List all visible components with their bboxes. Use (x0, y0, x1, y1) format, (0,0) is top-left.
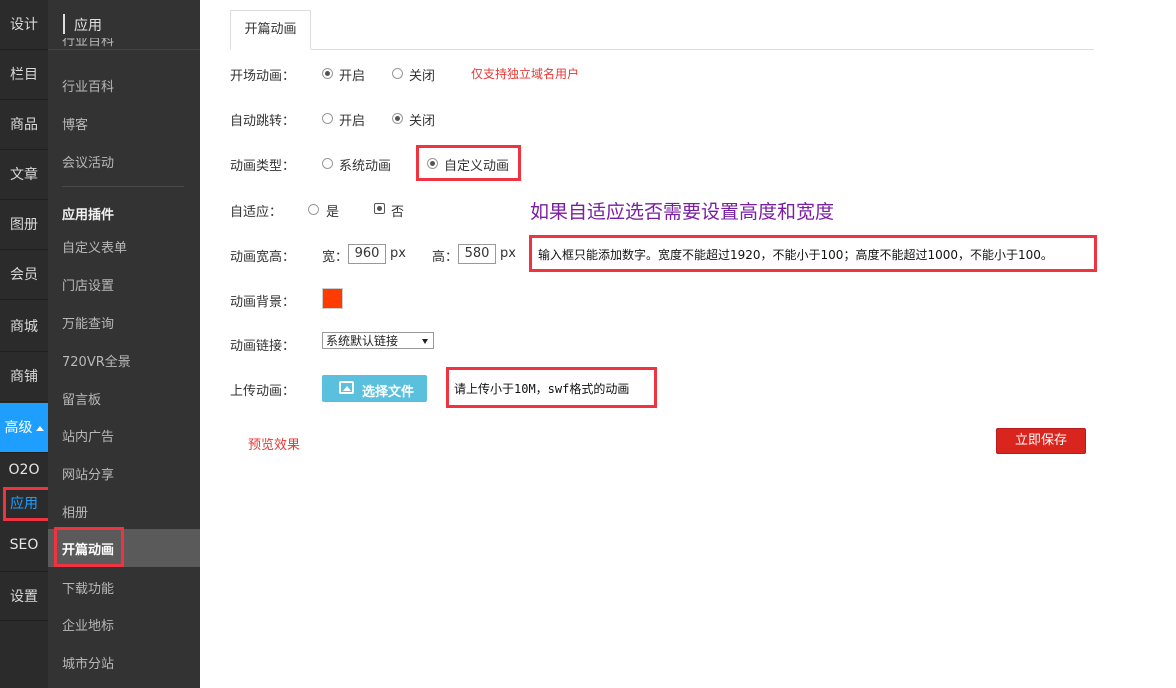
adaptive-no-radio[interactable] (374, 203, 385, 214)
tab-opening-animation[interactable]: 开篇动画 (230, 10, 311, 50)
app-sidebar: 应用 行业百科 行业百科 博客 会议活动 应用插件 自定义表单 门店设置 万能查… (48, 0, 200, 688)
sidebar-item-industry-wiki[interactable]: 行业百科 (62, 76, 114, 95)
rail-item-gallery[interactable]: 图册 (0, 200, 48, 250)
highlight-box-opening-animation (54, 527, 124, 567)
size-label: 动画宽高： (230, 250, 296, 265)
rail-item-design[interactable]: 设计 (0, 0, 48, 50)
sidebar-item-album[interactable]: 相册 (62, 502, 88, 521)
rail-item-shop[interactable]: 商铺 (0, 352, 48, 402)
rail-item-columns[interactable]: 栏目 (0, 50, 48, 100)
type-system-radio[interactable] (322, 158, 333, 169)
size-note: 输入框只能添加数字。宽度不能超过1920，不能小于100；高度不能超过1000，… (538, 248, 1053, 262)
autojump-label: 自动跳转： (230, 114, 296, 129)
save-button[interactable]: 立即保存 (996, 428, 1086, 454)
opening-off-radio[interactable] (392, 68, 403, 79)
rail-item-products[interactable]: 商品 (0, 100, 48, 150)
sidebar-group-title: 应用插件 (62, 208, 115, 223)
sidebar-item-partial[interactable]: 行业百科 (62, 38, 114, 50)
main-content: 开篇动画 开场动画： 开启 关闭 仅支持独立域名用户 自动跳转： 开启 关闭 动… (200, 0, 1176, 688)
adaptive-annotation: 如果自适应选否需要设置高度和宽度 (530, 201, 835, 223)
sidebar-title-bar (63, 14, 65, 34)
link-select-value: 系统默认链接 (326, 334, 399, 348)
adaptive-yes-radio[interactable] (308, 204, 319, 215)
adaptive-label: 自适应： (230, 205, 283, 220)
sidebar-item-720vr[interactable]: 720VR全景 (62, 351, 131, 370)
autojump-on-label[interactable]: 开启 (339, 110, 365, 129)
preview-link[interactable]: 预览效果 (248, 434, 300, 453)
sidebar-item-partial-label: 行业百科 (62, 38, 115, 49)
background-label: 动画背景： (230, 295, 296, 310)
sidebar-item-download[interactable]: 下载功能 (62, 578, 114, 597)
type-label: 动画类型： (230, 159, 296, 174)
image-icon (339, 381, 354, 394)
choose-file-button[interactable]: 选择文件 (322, 375, 427, 402)
sidebar-item-blog[interactable]: 博客 (62, 114, 88, 133)
type-system-label[interactable]: 系统动画 (339, 155, 391, 174)
width-input[interactable]: 960 (348, 244, 386, 264)
sidebar-item-share[interactable]: 网站分享 (62, 464, 114, 483)
adaptive-no-label[interactable]: 否 (391, 201, 404, 220)
autojump-off-radio[interactable] (392, 113, 403, 124)
rail-subitem-seo[interactable]: SEO (0, 520, 48, 570)
link-select[interactable]: 系统默认链接 (322, 332, 434, 349)
rail-item-articles[interactable]: 文章 (0, 150, 48, 200)
opening-note: 仅支持独立域名用户 (471, 67, 580, 81)
width-unit: px (390, 246, 406, 261)
background-color-swatch[interactable] (322, 288, 343, 309)
sidebar-item-custom-form[interactable]: 自定义表单 (62, 237, 127, 256)
opening-label: 开场动画： (230, 69, 296, 84)
choose-file-label: 选择文件 (362, 385, 415, 400)
caret-up-icon (35, 425, 44, 431)
rail-item-members[interactable]: 会员 (0, 250, 48, 300)
dropdown-arrow-icon (422, 339, 428, 344)
sidebar-item-city-sites[interactable]: 城市分站 (62, 653, 114, 672)
height-unit: px (500, 246, 516, 261)
sidebar-item-landmark[interactable]: 企业地标 (62, 615, 114, 634)
upload-note: 请上传小于10M，swf格式的动画 (454, 382, 630, 396)
opening-on-radio[interactable] (322, 68, 333, 79)
opening-off-label[interactable]: 关闭 (409, 65, 435, 84)
rail-item-settings[interactable]: 设置 (0, 571, 48, 621)
sidebar-item-site-ads[interactable]: 站内广告 (62, 426, 114, 445)
width-label: 宽： (322, 250, 349, 265)
sidebar-title: 应用 (74, 18, 102, 34)
adaptive-yes-label[interactable]: 是 (326, 201, 339, 220)
autojump-off-label[interactable]: 关闭 (409, 110, 435, 129)
sidebar-item-message-board[interactable]: 留言板 (62, 389, 101, 408)
icon-rail: 设计 栏目 商品 文章 图册 会员 商城 商铺 高级 O2O 应用 SEO 设置 (0, 0, 55, 688)
rail-item-advanced-label: 高级 (4, 420, 33, 436)
opening-on-label[interactable]: 开启 (339, 65, 365, 84)
height-input[interactable]: 580 (458, 244, 496, 264)
height-label: 高： (432, 250, 459, 265)
highlight-box-custom-type (416, 145, 521, 181)
tab-bar: 开篇动画 (230, 10, 1094, 50)
sidebar-divider (62, 186, 184, 187)
rail-item-mall[interactable]: 商城 (0, 302, 48, 352)
upload-label: 上传动画： (230, 384, 296, 399)
sidebar-item-store-settings[interactable]: 门店设置 (62, 275, 114, 294)
link-label: 动画链接： (230, 339, 296, 354)
sidebar-item-conference[interactable]: 会议活动 (62, 152, 114, 171)
sidebar-item-universal-query[interactable]: 万能查询 (62, 313, 114, 332)
autojump-on-radio[interactable] (322, 113, 333, 124)
